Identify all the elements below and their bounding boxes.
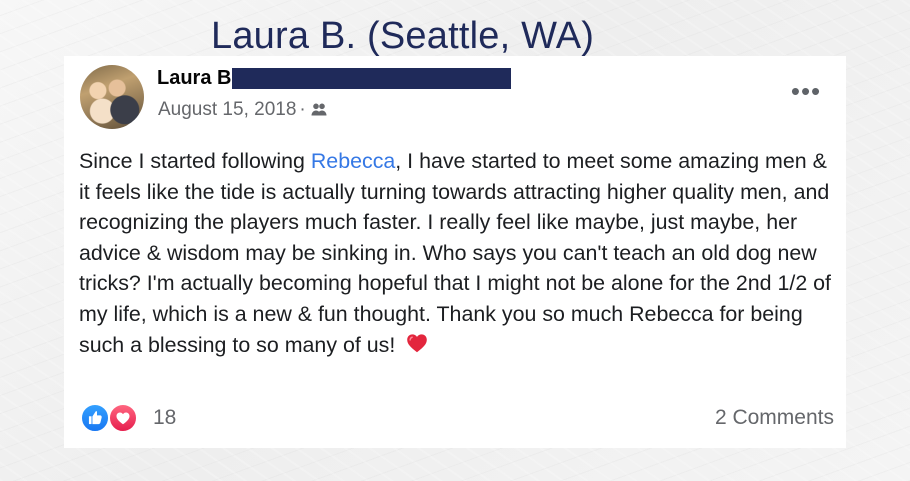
post-text-intro: Since I started following <box>79 149 311 173</box>
post-options-button[interactable]: ••• <box>790 78 822 104</box>
page-headline: Laura B. (Seattle, WA) <box>211 15 595 57</box>
reactions-summary[interactable]: 18 <box>80 403 176 433</box>
meta-separator: · <box>299 99 306 120</box>
love-icon <box>108 403 138 433</box>
reaction-icons <box>80 403 142 433</box>
author-row: Laura B <box>157 67 512 89</box>
friends-icon[interactable] <box>310 101 328 119</box>
reaction-count: 18 <box>153 406 177 429</box>
like-icon <box>80 403 110 433</box>
heart-emoji <box>405 331 429 355</box>
comments-link[interactable]: 2 Comments <box>715 406 834 430</box>
author-avatar[interactable] <box>80 65 144 129</box>
author-name[interactable]: Laura B <box>157 67 231 89</box>
post-body: Since I started following Rebecca, I hav… <box>79 146 834 360</box>
mentioned-user-link[interactable]: Rebecca <box>311 149 395 173</box>
post-meta: August 15, 2018 · <box>158 99 328 121</box>
post-date[interactable]: August 15, 2018 <box>158 99 296 121</box>
redacted-surname <box>232 67 512 89</box>
post-text-main: , I have started to meet some amazing me… <box>79 149 832 357</box>
facebook-post-card: Laura B August 15, 2018 · ••• Since I st… <box>64 56 846 448</box>
